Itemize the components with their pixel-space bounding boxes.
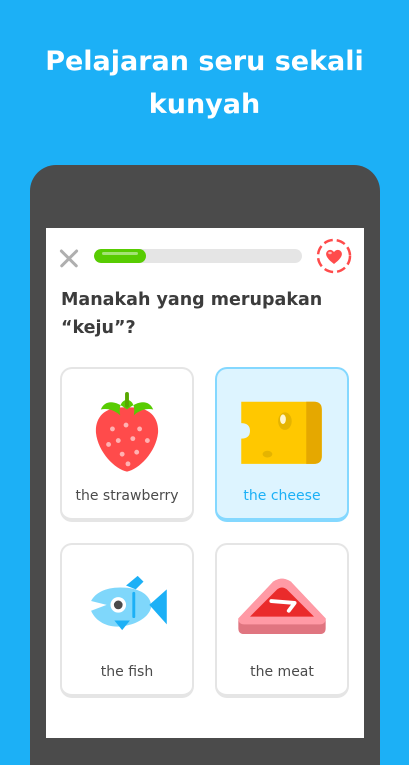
strawberry-icon [95, 392, 159, 472]
option-label: the cheese [243, 488, 321, 504]
heart-icon[interactable] [314, 236, 354, 276]
cheese-icon [241, 401, 322, 464]
option-card-strawberry[interactable]: the strawberry [60, 367, 194, 522]
meat-icon [238, 578, 326, 635]
headline-line-2: kunyah [148, 89, 261, 120]
option-card-fish[interactable]: the fish [60, 543, 194, 698]
option-label: the fish [100, 664, 154, 680]
option-label: the meat [250, 664, 314, 680]
question-text: Manakah yang merupakan “keju”? [61, 286, 351, 342]
headline: Pelajaran seru sekali kunyah [0, 40, 409, 126]
headline-line-1: Pelajaran seru sekali [45, 46, 364, 77]
option-card-meat[interactable]: the meat [215, 543, 349, 698]
option-label: the strawberry [75, 488, 179, 504]
question-line-1: Manakah yang merupakan [61, 290, 323, 310]
close-icon[interactable] [59, 248, 79, 268]
progress-fill [94, 249, 146, 263]
progress-bar [94, 249, 302, 263]
question-line-2: “keju”? [61, 318, 136, 338]
option-card-cheese[interactable]: the cheese [215, 367, 349, 522]
lesson-screen: Manakah yang merupakan “keju”? the straw… [46, 228, 364, 738]
fish-icon [91, 575, 167, 631]
